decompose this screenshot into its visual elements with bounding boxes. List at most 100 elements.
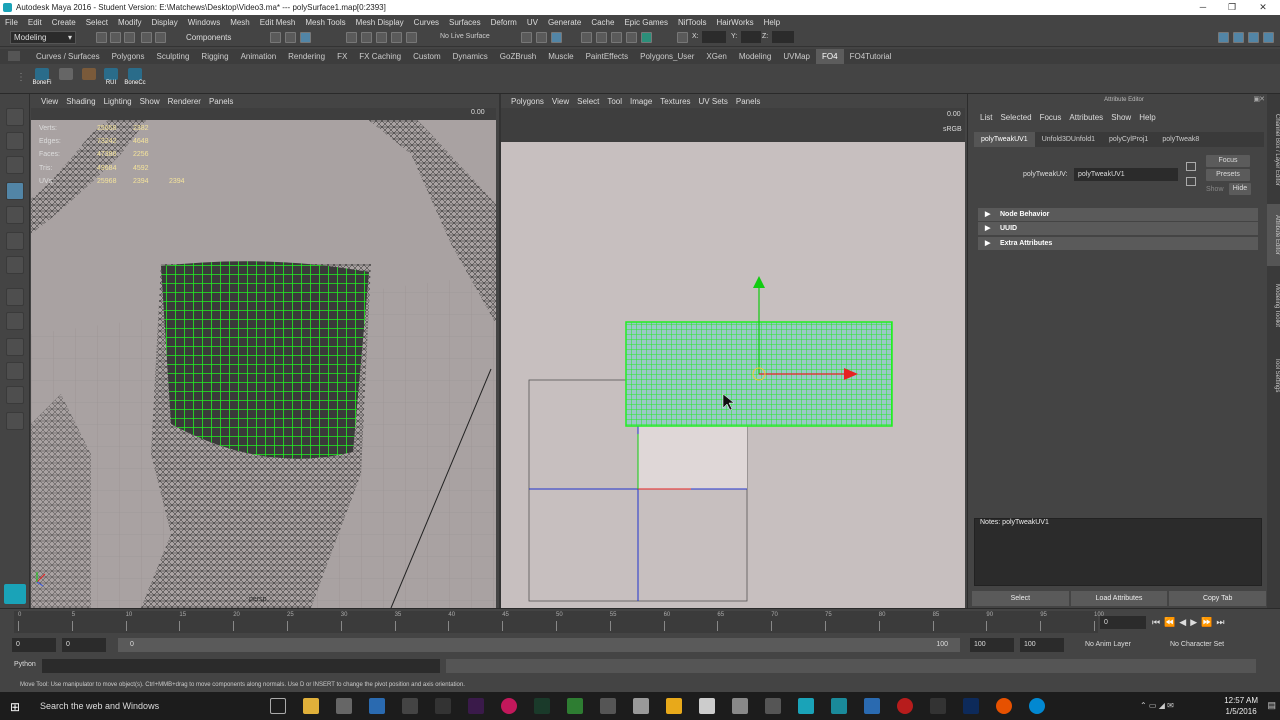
menu-surfaces[interactable]: Surfaces <box>444 18 486 27</box>
photoshop-icon[interactable] <box>963 698 979 714</box>
attr-tab-polytweakuv1[interactable]: polyTweakUV1 <box>974 132 1035 147</box>
attr-tab-unfold3dunfold1[interactable]: Unfold3DUnfold1 <box>1035 132 1102 147</box>
render-setup-icon[interactable] <box>641 32 652 43</box>
playback-controls[interactable]: ⏮⏪◀▶⏩⏭ <box>1152 617 1228 628</box>
maya-taskbar-icon[interactable] <box>798 698 814 714</box>
viewport-menu-shading[interactable]: Shading <box>62 97 99 106</box>
layout-side-icon[interactable] <box>1248 32 1259 43</box>
uv-field[interactable]: 0.00 <box>947 111 961 118</box>
undo-icon[interactable] <box>141 32 152 43</box>
move-tool-icon[interactable] <box>6 182 24 200</box>
hide-button[interactable]: Hide <box>1229 183 1251 195</box>
y-field[interactable] <box>741 31 761 43</box>
select-component-icon[interactable] <box>300 32 311 43</box>
app-icon-19[interactable] <box>897 698 913 714</box>
viewport-menu-panels[interactable]: Panels <box>205 97 237 106</box>
app-icon-14[interactable] <box>732 698 748 714</box>
section-node-behavior[interactable]: ▶ Node Behavior <box>978 208 1258 221</box>
scale-tool-icon[interactable] <box>6 232 24 250</box>
app-icon-9[interactable] <box>567 698 583 714</box>
shelf-tab-rigging[interactable]: Rigging <box>195 49 234 64</box>
history-icon[interactable] <box>521 32 532 43</box>
uv-menu-image[interactable]: Image <box>626 97 656 106</box>
attr-menu-list[interactable]: List <box>976 113 996 122</box>
app-icon-3[interactable] <box>369 698 385 714</box>
ipr-render-icon[interactable] <box>596 32 607 43</box>
shelf-tab-custom[interactable]: Custom <box>407 49 447 64</box>
shelf-tab-polygons-user[interactable]: Polygons_User <box>634 49 700 64</box>
app-icon-18[interactable] <box>864 698 880 714</box>
music-icon[interactable] <box>501 698 517 714</box>
tab-channel-box[interactable]: Channel Box / Layer Editor <box>1267 100 1280 200</box>
audition-icon[interactable] <box>534 698 550 714</box>
node-name-field[interactable]: polyTweakUV1 <box>1074 168 1178 181</box>
uv-menu-textures[interactable]: Textures <box>656 97 694 106</box>
node-connect-icon[interactable] <box>1186 162 1196 171</box>
menu-edit-mesh[interactable]: Edit Mesh <box>255 18 301 27</box>
menu-create[interactable]: Create <box>47 18 81 27</box>
viewport-menu-show[interactable]: Show <box>136 97 164 106</box>
anim-layer-label[interactable]: No Anim Layer <box>1085 641 1131 648</box>
node-output-icon[interactable] <box>1186 177 1196 186</box>
layout-toggle-icon[interactable] <box>6 288 24 306</box>
character-set-label[interactable]: No Character Set <box>1170 641 1224 648</box>
lasso-tool-icon[interactable] <box>6 132 24 150</box>
construction-history-icon[interactable] <box>536 32 547 43</box>
copy-tab-button[interactable]: Copy Tab <box>1169 591 1267 606</box>
menu-uv[interactable]: UV <box>522 18 543 27</box>
app-icon-20[interactable] <box>930 698 946 714</box>
windows-start-icon[interactable]: ⊞ <box>10 700 20 714</box>
shelf-tab-painteffects[interactable]: PaintEffects <box>580 49 635 64</box>
shelf-tab-gozbrush[interactable]: GoZBrush <box>494 49 542 64</box>
shelf-tab-animation[interactable]: Animation <box>235 49 283 64</box>
select-button[interactable]: Select <box>972 591 1069 606</box>
shelf-menu-icon[interactable] <box>8 51 20 61</box>
menu-select[interactable]: Select <box>81 18 113 27</box>
shelf-tab-fx-caching[interactable]: FX Caching <box>353 49 407 64</box>
menu-mesh[interactable]: Mesh <box>225 18 255 27</box>
anim-start-field[interactable]: 0 <box>12 638 56 652</box>
epic-icon[interactable] <box>402 698 418 714</box>
layout-single-icon[interactable] <box>1218 32 1229 43</box>
shelf-button-3[interactable] <box>78 68 100 90</box>
render-frame-icon[interactable] <box>581 32 592 43</box>
skype-icon[interactable] <box>1029 698 1045 714</box>
premiere-icon[interactable] <box>468 698 484 714</box>
menu-modify[interactable]: Modify <box>113 18 147 27</box>
uv-menu-polygons[interactable]: Polygons <box>507 97 548 106</box>
menu-deform[interactable]: Deform <box>486 18 522 27</box>
app-icon-5[interactable] <box>435 698 451 714</box>
shelf-button-2[interactable] <box>55 68 77 90</box>
shelf-tab-fo4[interactable]: FO4 <box>816 49 844 64</box>
shelf-tab-muscle[interactable]: Muscle <box>542 49 579 64</box>
presets-button[interactable]: Presets <box>1206 169 1250 181</box>
toggle-attr-icon[interactable] <box>1263 32 1274 43</box>
uv-menu-uv-sets[interactable]: UV Sets <box>695 97 732 106</box>
open-scene-icon[interactable] <box>110 32 121 43</box>
attr-menu-attributes[interactable]: Attributes <box>1065 113 1107 122</box>
shelf-tab-rendering[interactable]: Rendering <box>282 49 331 64</box>
menu-mesh-display[interactable]: Mesh Display <box>351 18 409 27</box>
attr-menu-help[interactable]: Help <box>1135 113 1159 122</box>
snap-view-plane-icon[interactable] <box>391 32 402 43</box>
tray-icons[interactable]: ⌃ ▭ ◢ ✉ <box>1140 701 1174 710</box>
menu-windows[interactable]: Windows <box>183 18 225 27</box>
section-extra-attributes[interactable]: ▶ Extra Attributes <box>978 237 1258 250</box>
maximize-button[interactable]: ❐ <box>1215 0 1249 15</box>
anim-end-field[interactable]: 100 <box>1020 638 1064 652</box>
new-scene-icon[interactable] <box>96 32 107 43</box>
menu-cache[interactable]: Cache <box>586 18 619 27</box>
shelf-tab-dynamics[interactable]: Dynamics <box>447 49 494 64</box>
playback-end-field[interactable]: 100 <box>970 638 1014 652</box>
viewport-menu-renderer[interactable]: Renderer <box>164 97 205 106</box>
four-view-icon[interactable] <box>6 312 24 330</box>
shelf-tab-modeling[interactable]: Modeling <box>733 49 777 64</box>
command-language-label[interactable]: Python <box>14 661 36 668</box>
outliner-view-icon[interactable] <box>6 362 24 380</box>
section-uuid[interactable]: ▶ UUID <box>978 222 1258 235</box>
shelf-tab-fo4tutorial[interactable]: FO4Tutorial <box>844 49 898 64</box>
uv-menu-panels[interactable]: Panels <box>732 97 764 106</box>
make-live-icon[interactable] <box>406 32 417 43</box>
menu-hairworks[interactable]: HairWorks <box>711 18 758 27</box>
menu-curves[interactable]: Curves <box>409 18 444 27</box>
